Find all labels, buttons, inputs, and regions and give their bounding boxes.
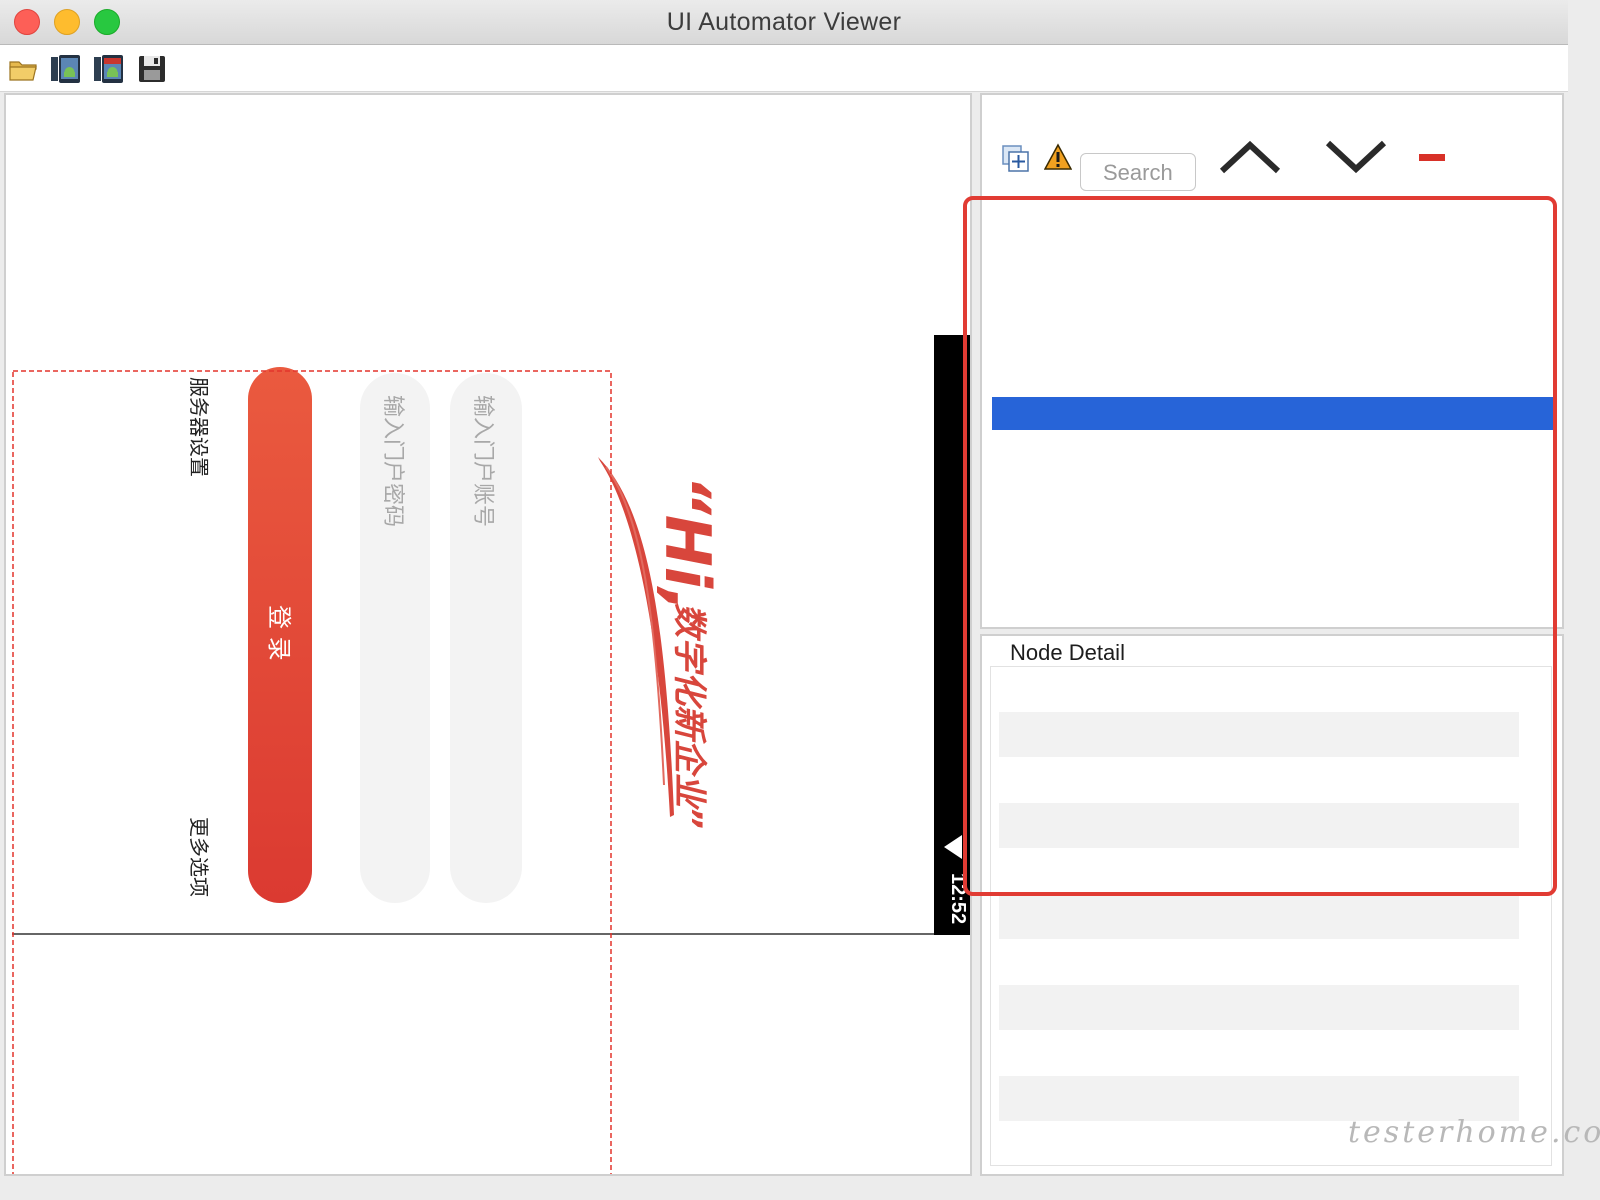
server-settings-link[interactable]: 服务器设置 xyxy=(187,377,211,477)
node-detail-panel: Node Detail xyxy=(980,634,1564,1176)
node-detail-table[interactable] xyxy=(990,666,1552,1166)
login-button-label: 登 录 xyxy=(265,605,293,661)
screenshot-panel[interactable]: 12:52 服务器设置 更多选项 登 录 输入门户密码 输入门户账号 “Hi, … xyxy=(4,93,972,1176)
watermark: testerhome.com xyxy=(1348,1115,1600,1150)
detail-row[interactable] xyxy=(999,757,1519,802)
detail-row[interactable] xyxy=(999,848,1519,893)
detail-row[interactable] xyxy=(999,894,1519,939)
device-screenshot[interactable]: 12:52 服务器设置 更多选项 登 录 输入门户密码 输入门户账号 “Hi, … xyxy=(6,95,972,1176)
warning-icon[interactable] xyxy=(1044,143,1072,171)
status-time: 12:52 xyxy=(947,873,969,924)
password-placeholder: 输入门户密码 xyxy=(380,395,405,527)
tree-node-selected[interactable] xyxy=(992,397,1554,430)
save-icon[interactable] xyxy=(136,53,168,85)
more-options-link[interactable]: 更多选项 xyxy=(187,817,211,897)
slogan-hi: “Hi, xyxy=(651,475,724,612)
detail-row[interactable] xyxy=(999,939,1519,984)
title-bar: UI Automator Viewer xyxy=(0,0,1568,45)
device-screenshot-icon[interactable] xyxy=(50,53,82,85)
account-placeholder: 输入门户账号 xyxy=(470,395,495,527)
search-input[interactable]: Search xyxy=(1080,153,1196,191)
detail-row[interactable] xyxy=(999,1030,1519,1075)
next-icon[interactable] xyxy=(1324,139,1388,175)
detail-row[interactable] xyxy=(999,803,1519,848)
previous-icon[interactable] xyxy=(1218,139,1282,175)
node-detail-title: Node Detail xyxy=(1010,640,1125,665)
slogan-text: 数字化新企业” xyxy=(669,603,709,829)
hierarchy-panel: Search xyxy=(980,93,1564,629)
main-toolbar xyxy=(0,45,1568,92)
detail-row[interactable] xyxy=(999,712,1519,757)
device-screenshot-compressed-icon[interactable] xyxy=(93,53,125,85)
clear-icon[interactable] xyxy=(1418,153,1446,163)
detail-row[interactable] xyxy=(999,985,1519,1030)
open-folder-icon[interactable] xyxy=(8,53,40,85)
detail-row[interactable] xyxy=(999,667,1519,712)
window-title: UI Automator Viewer xyxy=(666,8,902,36)
expand-all-icon[interactable] xyxy=(1002,145,1030,173)
